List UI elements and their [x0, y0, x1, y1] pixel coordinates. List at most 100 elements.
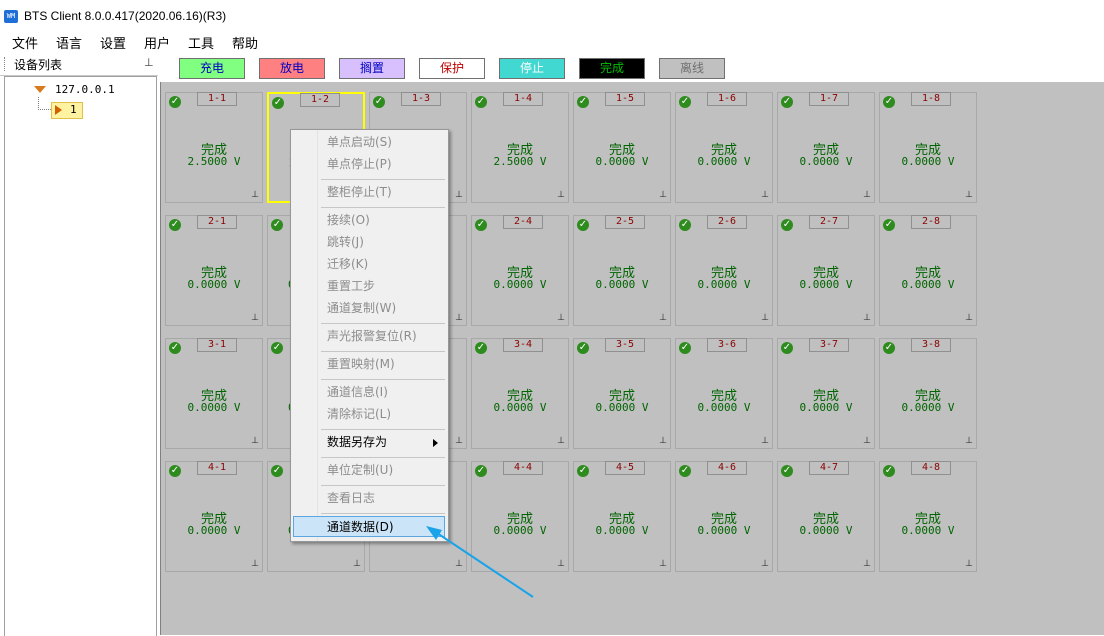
- context-menu-item[interactable]: 单点停止(P): [293, 154, 445, 175]
- channel-cell[interactable]: ✓ 1-8 完成 0.0000 V ⊥: [879, 92, 977, 203]
- checkmark-icon: ✓: [679, 342, 691, 354]
- checkmark-icon: ✓: [781, 465, 793, 477]
- channel-cell[interactable]: ✓ 4-6 完成 0.0000 V ⊥: [675, 461, 773, 572]
- context-menu-item[interactable]: 整柜停止(T): [293, 182, 445, 203]
- pin-icon[interactable]: ⊥: [144, 56, 154, 69]
- checkmark-icon: ✓: [883, 342, 895, 354]
- panel-grip[interactable]: [4, 57, 7, 71]
- pin-icon[interactable]: ⊥: [965, 436, 973, 446]
- channel-cell[interactable]: ✓ 2-8 完成 0.0000 V ⊥: [879, 215, 977, 326]
- menu-separator: [321, 351, 445, 352]
- context-menu-item[interactable]: 接续(O): [293, 210, 445, 231]
- channel-cell[interactable]: ✓ 4-4 完成 0.0000 V ⊥: [471, 461, 569, 572]
- legend-item: 离线: [659, 58, 725, 79]
- channel-cell[interactable]: ✓ 3-1 完成 0.0000 V ⊥: [165, 338, 263, 449]
- context-menu-item[interactable]: 重置映射(M): [293, 354, 445, 375]
- tree-unit-node[interactable]: 1: [51, 102, 83, 119]
- pin-icon[interactable]: ⊥: [761, 190, 769, 200]
- checkmark-icon: ✓: [271, 219, 283, 231]
- pin-icon[interactable]: ⊥: [455, 190, 463, 200]
- context-menu-item[interactable]: 单点启动(S): [293, 132, 445, 153]
- pin-icon[interactable]: ⊥: [557, 313, 565, 323]
- menu-item-label: 单点停止(P): [327, 157, 392, 171]
- menu-file[interactable]: 文件: [12, 33, 38, 52]
- channel-cell[interactable]: ✓ 3-4 完成 0.0000 V ⊥: [471, 338, 569, 449]
- channel-cell[interactable]: ✓ 1-4 完成 2.5000 V ⊥: [471, 92, 569, 203]
- menu-user[interactable]: 用户: [144, 33, 170, 52]
- checkmark-icon: ✓: [781, 219, 793, 231]
- context-menu-item[interactable]: 通道数据(D): [293, 516, 445, 537]
- channel-cell[interactable]: ✓ 1-1 完成 2.5000 V ⊥: [165, 92, 263, 203]
- menu-help[interactable]: 帮助: [232, 33, 258, 52]
- pin-icon[interactable]: ⊥: [863, 313, 871, 323]
- channel-id: 4-5: [605, 461, 645, 475]
- channel-cell[interactable]: ✓ 3-7 完成 0.0000 V ⊥: [777, 338, 875, 449]
- channel-cell[interactable]: ✓ 4-5 完成 0.0000 V ⊥: [573, 461, 671, 572]
- pin-icon[interactable]: ⊥: [659, 190, 667, 200]
- pin-icon[interactable]: ⊥: [659, 313, 667, 323]
- channel-cell[interactable]: ✓ 3-6 完成 0.0000 V ⊥: [675, 338, 773, 449]
- pin-icon[interactable]: ⊥: [353, 559, 361, 569]
- context-menu-item[interactable]: 声光报警复位(R): [293, 326, 445, 347]
- channel-voltage: 0.0000 V: [493, 401, 547, 414]
- channel-cell[interactable]: ✓ 1-5 完成 0.0000 V ⊥: [573, 92, 671, 203]
- channel-id: 1-2: [300, 93, 340, 107]
- context-menu-item[interactable]: 单位定制(U): [293, 460, 445, 481]
- menu-separator: [321, 457, 445, 458]
- checkmark-icon: ✓: [475, 219, 487, 231]
- menu-separator: [321, 379, 445, 380]
- channel-cell[interactable]: ✓ 1-6 完成 0.0000 V ⊥: [675, 92, 773, 203]
- channel-id: 2-7: [809, 215, 849, 229]
- channel-voltage: 0.0000 V: [901, 155, 955, 168]
- title-bar: WM BTS Client 8.0.0.417(2020.06.16)(R3): [0, 0, 1104, 30]
- pin-icon[interactable]: ⊥: [761, 559, 769, 569]
- menu-item-label: 重置映射(M): [327, 357, 395, 371]
- pin-icon[interactable]: ⊥: [965, 559, 973, 569]
- pin-icon[interactable]: ⊥: [455, 436, 463, 446]
- pin-icon[interactable]: ⊥: [761, 313, 769, 323]
- channel-cell[interactable]: ✓ 2-5 完成 0.0000 V ⊥: [573, 215, 671, 326]
- channel-cell[interactable]: ✓ 1-7 完成 0.0000 V ⊥: [777, 92, 875, 203]
- context-menu-item[interactable]: 跳转(J): [293, 232, 445, 253]
- channel-cell[interactable]: ✓ 2-6 完成 0.0000 V ⊥: [675, 215, 773, 326]
- pin-icon[interactable]: ⊥: [251, 313, 259, 323]
- channel-cell[interactable]: ✓ 4-8 完成 0.0000 V ⊥: [879, 461, 977, 572]
- pin-icon[interactable]: ⊥: [557, 436, 565, 446]
- legend-item: 停止: [499, 58, 565, 79]
- context-menu-item[interactable]: 清除标记(L): [293, 404, 445, 425]
- pin-icon[interactable]: ⊥: [863, 559, 871, 569]
- channel-cell[interactable]: ✓ 3-8 完成 0.0000 V ⊥: [879, 338, 977, 449]
- menu-settings[interactable]: 设置: [100, 33, 126, 52]
- menu-tools[interactable]: 工具: [188, 33, 214, 52]
- pin-icon[interactable]: ⊥: [965, 190, 973, 200]
- context-menu-item[interactable]: 通道复制(W): [293, 298, 445, 319]
- pin-icon[interactable]: ⊥: [863, 190, 871, 200]
- channel-cell[interactable]: ✓ 3-5 完成 0.0000 V ⊥: [573, 338, 671, 449]
- channel-cell[interactable]: ✓ 2-7 完成 0.0000 V ⊥: [777, 215, 875, 326]
- channel-cell[interactable]: ✓ 2-1 完成 0.0000 V ⊥: [165, 215, 263, 326]
- context-menu-item[interactable]: 迁移(K): [293, 254, 445, 275]
- expand-arrow-icon[interactable]: [34, 86, 46, 93]
- context-menu-item[interactable]: 重置工步: [293, 276, 445, 297]
- context-menu-item[interactable]: 数据另存为: [293, 432, 445, 453]
- pin-icon[interactable]: ⊥: [557, 190, 565, 200]
- pin-icon[interactable]: ⊥: [965, 313, 973, 323]
- pin-icon[interactable]: ⊥: [659, 559, 667, 569]
- pin-icon[interactable]: ⊥: [659, 436, 667, 446]
- context-menu-item[interactable]: 通道信息(I): [293, 382, 445, 403]
- channel-cell[interactable]: ✓ 4-7 完成 0.0000 V ⊥: [777, 461, 875, 572]
- pin-icon[interactable]: ⊥: [455, 559, 463, 569]
- pin-icon[interactable]: ⊥: [251, 559, 259, 569]
- tree-server-node[interactable]: 127.0.0.1: [55, 83, 115, 96]
- menu-language[interactable]: 语言: [56, 33, 82, 52]
- context-menu-item[interactable]: 查看日志: [293, 488, 445, 509]
- pin-icon[interactable]: ⊥: [863, 436, 871, 446]
- pin-icon[interactable]: ⊥: [761, 436, 769, 446]
- channel-cell[interactable]: ✓ 2-4 完成 0.0000 V ⊥: [471, 215, 569, 326]
- channel-cell[interactable]: ✓ 4-1 完成 0.0000 V ⊥: [165, 461, 263, 572]
- pin-icon[interactable]: ⊥: [455, 313, 463, 323]
- channel-id: 1-3: [401, 92, 441, 106]
- pin-icon[interactable]: ⊥: [557, 559, 565, 569]
- pin-icon[interactable]: ⊥: [251, 436, 259, 446]
- pin-icon[interactable]: ⊥: [251, 190, 259, 200]
